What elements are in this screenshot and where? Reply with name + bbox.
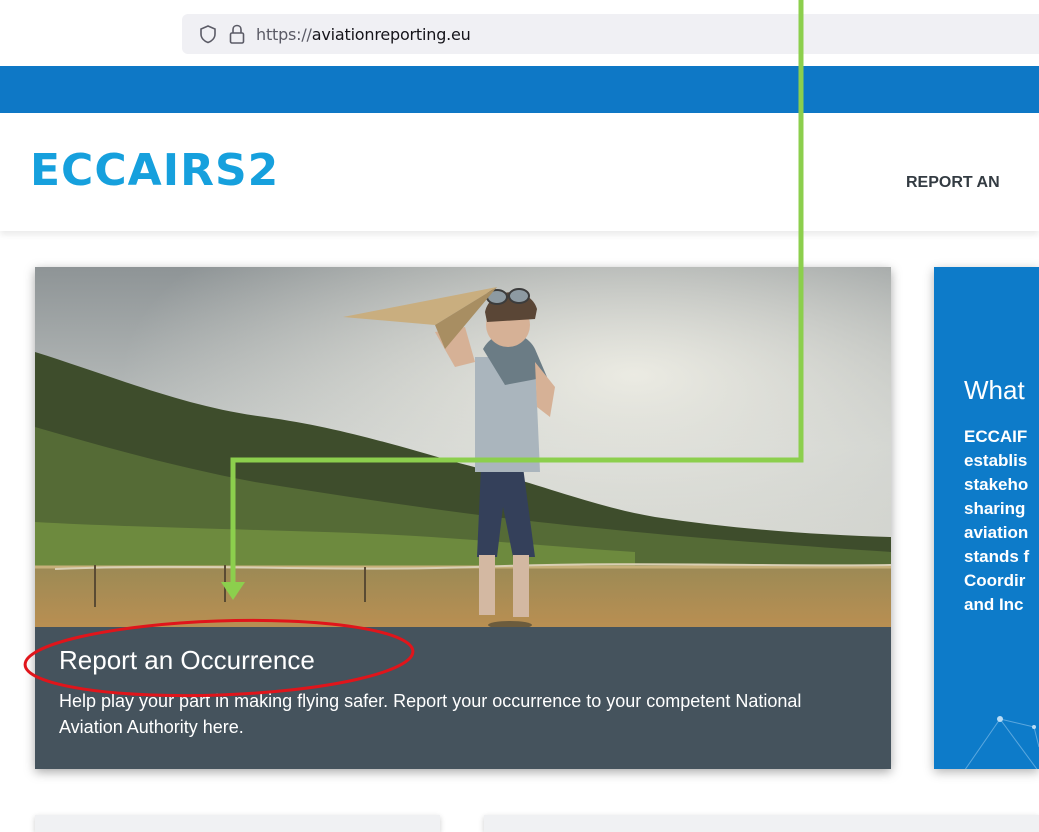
hero-description: Help play your part in making flying saf… — [59, 691, 802, 737]
info-line: establis — [964, 451, 1028, 470]
bottom-right-card[interactable] — [484, 815, 1039, 832]
info-line: ECCAIF — [964, 427, 1028, 446]
report-occurrence-card[interactable]: Report an Occurrence Help play your part… — [35, 267, 891, 769]
info-line: Coordir — [964, 571, 1026, 590]
browser-toolbar: https://aviationreporting.eu — [0, 0, 1039, 66]
network-graphic — [964, 716, 1039, 769]
bottom-left-card[interactable] — [35, 815, 440, 832]
page: https://aviationreporting.eu ECCAIRS2 RE… — [0, 0, 1039, 832]
eccairs-logo[interactable]: ECCAIRS2 — [30, 145, 279, 196]
info-line: sharing — [964, 499, 1026, 518]
info-line: aviation — [964, 523, 1029, 542]
info-title: What — [964, 375, 1025, 405]
site-top-bar — [0, 66, 1039, 113]
info-line: stakeho — [964, 475, 1029, 494]
nav-item-report[interactable]: REPORT AN — [906, 174, 1000, 192]
info-line: stands f — [964, 547, 1030, 566]
about-eccairs-card[interactable]: What ECCAIF establis stakeho sharing avi… — [934, 267, 1039, 769]
info-line: and Inc — [964, 595, 1024, 614]
url-scheme: https:// — [256, 25, 312, 44]
url-domain: aviationreporting.eu — [311, 25, 471, 44]
hero-image — [35, 267, 891, 627]
info-body: ECCAIF establis stakeho sharing aviation… — [964, 425, 1039, 617]
lock-icon[interactable] — [228, 23, 246, 45]
hero-title[interactable]: Report an Occurrence — [59, 645, 315, 676]
hero-caption: Report an Occurrence Help play your part… — [35, 627, 891, 769]
address-bar[interactable]: https://aviationreporting.eu — [182, 14, 1039, 54]
site-header: ECCAIRS2 REPORT AN — [0, 113, 1039, 231]
shield-icon[interactable] — [198, 24, 218, 44]
url-text[interactable]: https://aviationreporting.eu — [256, 25, 471, 44]
